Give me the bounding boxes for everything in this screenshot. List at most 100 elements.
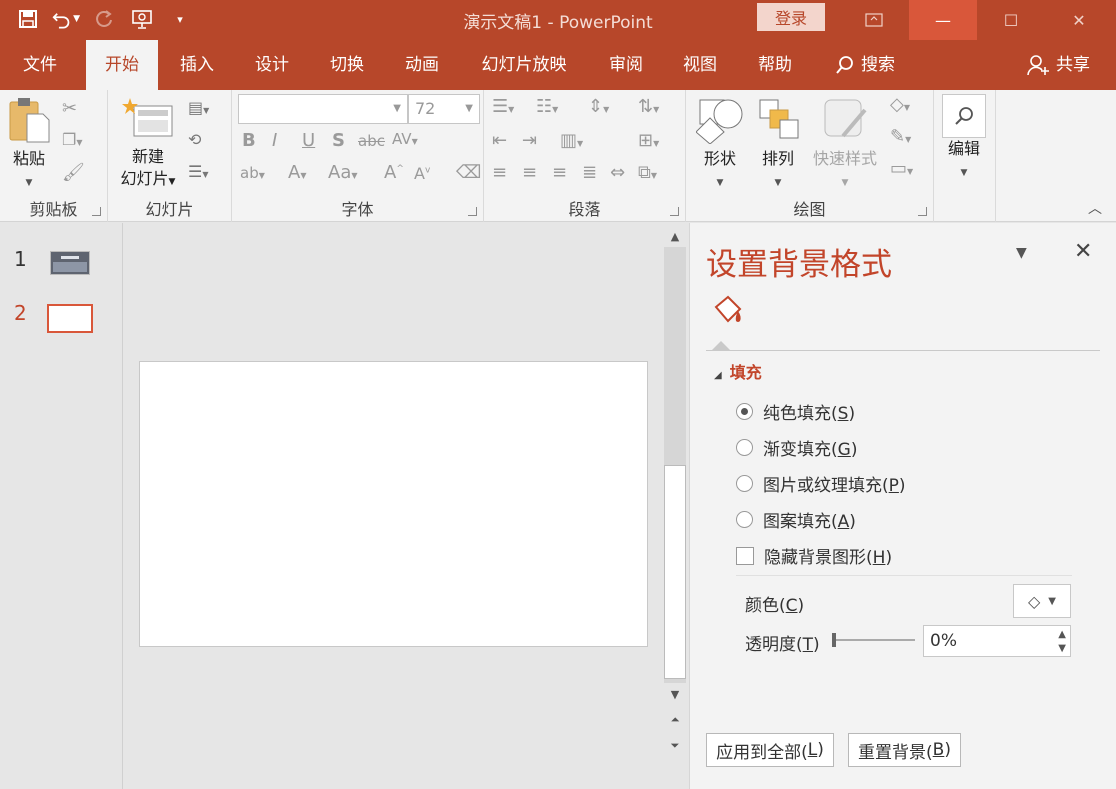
shape-outline-icon[interactable]: ✎▼ <box>890 126 911 147</box>
shape-effects-icon[interactable]: ▭▼ <box>890 158 913 179</box>
edit-button[interactable]: 编辑 ▼ <box>940 94 988 179</box>
justify-icon[interactable]: ≣ <box>582 162 597 183</box>
font-launcher-icon[interactable] <box>468 207 477 216</box>
shrink-font-icon[interactable]: Av <box>414 164 430 183</box>
pattern-fill-option[interactable]: 图案填充(A) <box>736 507 856 532</box>
line-spacing-icon[interactable]: ⇕▼ <box>588 96 609 117</box>
tab-view[interactable]: 视图 <box>667 40 733 90</box>
color-picker-button[interactable]: ◇ ▼ <box>1013 584 1071 618</box>
ribbon-display-icon[interactable] <box>840 0 908 40</box>
transparency-input[interactable]: 0% ▲ ▼ <box>923 625 1071 657</box>
next-slide-icon[interactable]: ⏷ <box>664 735 686 757</box>
arrange-button[interactable]: 排列 ▼ <box>750 96 806 189</box>
quick-styles-button[interactable]: 快速样式 ▼ <box>806 96 884 189</box>
scroll-up-icon[interactable]: ▲ <box>664 225 686 247</box>
pane-close-icon[interactable]: ✕ <box>1074 239 1092 264</box>
char-spacing-icon[interactable]: AV▼ <box>392 130 418 148</box>
scroll-thumb[interactable] <box>664 465 686 679</box>
text-effects-icon[interactable]: ab▼ <box>240 164 265 182</box>
tab-animations[interactable]: 动画 <box>387 40 457 90</box>
paste-button[interactable]: 粘贴 ▼ <box>6 96 52 189</box>
columns-icon[interactable]: ▥▼ <box>560 130 583 151</box>
picture-fill-option[interactable]: 图片或纹理填充(P) <box>736 471 906 496</box>
shape-button[interactable]: 形状 ▼ <box>692 96 748 189</box>
drawing-group-label: 绘图 <box>793 200 826 219</box>
font-name-combo[interactable]: ▼ <box>238 94 408 124</box>
picture-fill-radio[interactable] <box>736 475 753 492</box>
underline-icon[interactable]: U <box>302 130 315 151</box>
align-text-icon[interactable]: ⊞▼ <box>638 130 659 151</box>
fill-section-header[interactable]: ◢ 填充 <box>714 359 762 383</box>
font-size-combo[interactable]: 72 ▼ <box>408 94 480 124</box>
transparency-slider-knob[interactable] <box>832 633 836 647</box>
pattern-fill-radio[interactable] <box>736 511 753 528</box>
cut-icon[interactable]: ✂ <box>62 98 77 119</box>
tab-transitions[interactable]: 切换 <box>312 40 382 90</box>
share-button[interactable]: 共享 <box>1026 40 1090 90</box>
spin-up-icon[interactable]: ▲ <box>1058 629 1066 641</box>
tab-search[interactable]: 搜索 <box>824 40 906 90</box>
solid-fill-option[interactable]: 纯色填充(S) <box>736 399 855 424</box>
strikethrough-icon[interactable]: abc <box>358 132 385 150</box>
numbering-icon[interactable]: ☷▼ <box>536 96 558 117</box>
collapse-ribbon-icon[interactable]: ︿ <box>1088 198 1102 218</box>
slide-thumbnail-1[interactable] <box>50 251 90 275</box>
font-color-icon[interactable]: A▼ <box>288 162 306 183</box>
tab-home[interactable]: 开始 <box>86 40 158 90</box>
bold-icon[interactable]: B <box>242 130 256 151</box>
group-editing: 编辑 ▼ <box>934 90 996 222</box>
transparency-slider[interactable] <box>832 633 915 647</box>
shapes-icon <box>695 99 743 145</box>
tab-review[interactable]: 审阅 <box>593 40 659 90</box>
italic-icon[interactable]: I <box>272 130 277 151</box>
section-icon[interactable]: ☰▼ <box>188 162 209 181</box>
bullets-icon[interactable]: ☰▼ <box>492 96 514 117</box>
pane-options-icon[interactable]: ▼ <box>1016 245 1027 261</box>
layout-icon[interactable]: ▤▼ <box>188 98 209 117</box>
increase-indent-icon[interactable]: ⇥ <box>522 130 537 151</box>
apply-to-all-button[interactable]: 应用到全部(L) <box>706 733 834 767</box>
new-slide-button[interactable]: 新建 幻灯片▼ <box>112 96 184 193</box>
tab-slideshow[interactable]: 幻灯片放映 <box>466 40 582 90</box>
slide-editing-area[interactable] <box>139 361 648 647</box>
slide-thumbnail-2[interactable] <box>47 304 93 333</box>
tab-insert[interactable]: 插入 <box>162 40 232 90</box>
tab-file[interactable]: 文件 <box>8 40 72 90</box>
change-case-icon[interactable]: Aa▼ <box>328 162 358 183</box>
gradient-fill-option[interactable]: 渐变填充(G) <box>736 435 857 460</box>
spin-down-icon[interactable]: ▼ <box>1058 643 1066 655</box>
login-button[interactable]: 登录 <box>757 3 825 31</box>
font-group-label: 字体 <box>341 200 374 219</box>
fill-bucket-icon[interactable] <box>710 293 746 333</box>
align-center-icon[interactable]: ≡ <box>522 162 537 183</box>
copy-icon[interactable]: ❐▼ <box>62 130 83 149</box>
previous-slide-icon[interactable]: ⏶ <box>664 709 686 731</box>
tab-design[interactable]: 设计 <box>237 40 307 90</box>
minimize-button[interactable]: — <box>909 0 977 40</box>
hide-background-graphics-checkbox[interactable] <box>736 546 754 565</box>
hide-background-graphics-option[interactable]: 隐藏背景图形(H) <box>736 543 892 568</box>
reset-background-button[interactable]: 重置背景(B) <box>848 733 961 767</box>
shape-fill-icon[interactable]: ◇▼ <box>890 94 910 115</box>
decrease-indent-icon[interactable]: ⇤ <box>492 130 507 151</box>
grow-font-icon[interactable]: A^ <box>384 162 404 183</box>
format-painter-icon[interactable]: 🖌 <box>62 162 85 183</box>
shadow-icon[interactable]: S <box>332 130 345 151</box>
paragraph-launcher-icon[interactable] <box>670 207 679 216</box>
distributed-icon[interactable]: ⇔ <box>610 162 625 183</box>
clipboard-launcher-icon[interactable] <box>92 207 101 216</box>
tab-help[interactable]: 帮助 <box>742 40 808 90</box>
clear-format-icon[interactable]: ⌫ <box>456 162 481 183</box>
gradient-fill-radio[interactable] <box>736 439 753 456</box>
vertical-scrollbar[interactable]: ▲ ▼ ⏶ ⏷ <box>662 223 688 789</box>
maximize-button[interactable]: ☐ <box>977 0 1045 40</box>
close-button[interactable]: ✕ <box>1045 0 1113 40</box>
align-right-icon[interactable]: ≡ <box>552 162 567 183</box>
smartart-icon[interactable]: ⧉▼ <box>638 162 657 183</box>
reset-slide-icon[interactable]: ⟲ <box>188 130 201 149</box>
text-direction-icon[interactable]: ⇅▼ <box>638 96 659 117</box>
solid-fill-radio[interactable] <box>736 403 753 420</box>
align-left-icon[interactable]: ≡ <box>492 162 507 183</box>
drawing-launcher-icon[interactable] <box>918 207 927 216</box>
scroll-down-icon[interactable]: ▼ <box>664 683 686 705</box>
